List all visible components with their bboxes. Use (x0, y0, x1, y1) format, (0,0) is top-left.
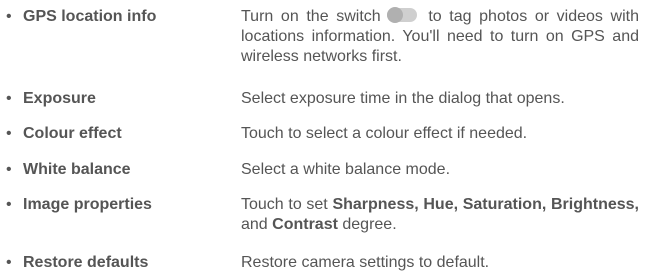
desc-restore-defaults: Restore camera settings to default. (241, 254, 490, 271)
bullet: • (6, 196, 12, 213)
toggle-knob (386, 7, 403, 23)
desc-gps-location-info: Turn on the switch to tag photos or vide… (241, 7, 639, 67)
desc-bold-text: Contrast (272, 216, 338, 233)
desc-colour-effect: Touch to select a colour effect if neede… (241, 125, 528, 142)
bullet: • (6, 254, 12, 271)
settings-description-list: • GPS location info Turn on the switch t… (0, 0, 645, 274)
term-image-properties: Image properties (23, 196, 152, 213)
desc-text: and (241, 216, 273, 233)
term-restore-defaults: Restore defaults (23, 254, 149, 271)
desc-text: degree. (337, 216, 397, 233)
desc-text: Turn on the switch (241, 8, 381, 25)
toggle-switch-off-icon (386, 7, 417, 23)
term-gps-location-info: GPS location info (23, 8, 157, 25)
bullet: • (6, 125, 12, 142)
bullet: • (6, 90, 12, 107)
desc-bold-text: Sharpness, Hue, Saturation, Brightness, (332, 196, 639, 213)
term-exposure: Exposure (23, 90, 96, 107)
bullet: • (6, 161, 12, 178)
desc-white-balance: Select a white balance mode. (241, 161, 451, 178)
desc-text: Touch to set (241, 196, 333, 213)
desc-image-properties: Touch to set Sharpness, Hue, Saturation,… (241, 195, 639, 235)
desc-exposure: Select exposure time in the dialog that … (241, 90, 565, 107)
bullet: • (6, 8, 12, 25)
term-colour-effect: Colour effect (23, 125, 122, 142)
term-white-balance: White balance (23, 161, 131, 178)
